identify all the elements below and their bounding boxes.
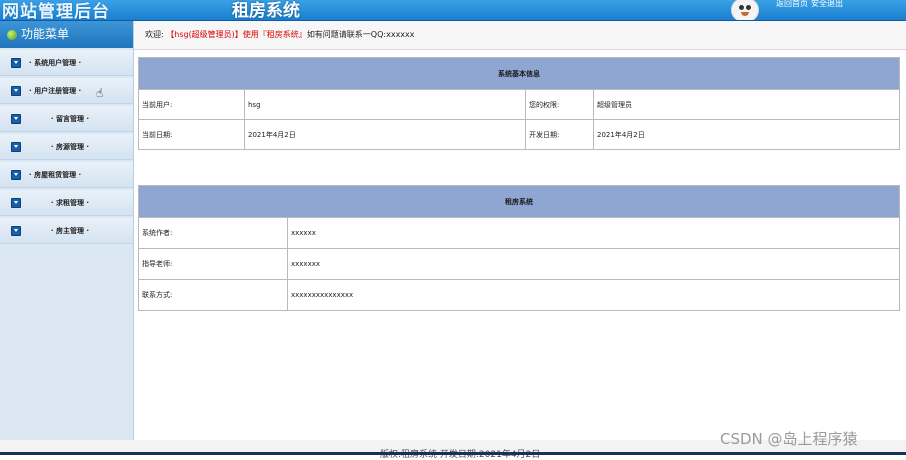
sidebar-item-label: · 房屋租赁管理 · xyxy=(29,170,82,179)
advisor-label: 指导老师: xyxy=(138,248,288,280)
dev-date-value: 2021年4月2日 xyxy=(593,119,900,150)
top-links: 返回首页 安全退出 xyxy=(776,0,846,9)
expand-icon xyxy=(11,197,21,208)
welcome-bar: 欢迎: 【hsg(超级管理员)】使用『租房系统』如有问题请联系一QQ:xxxxx… xyxy=(134,21,906,50)
sidebar-item-label: · 用户注册管理 · xyxy=(29,86,82,95)
logout-link[interactable]: 安全退出 xyxy=(811,0,843,8)
sidebar-item-label: · 房源管理 · xyxy=(50,142,90,151)
expand-icon xyxy=(11,169,21,180)
author-label: 系统作者: xyxy=(138,217,288,249)
top-header: 网站管理后台 租房系统 返回首页 安全退出 xyxy=(0,0,906,21)
current-user-value: hsg xyxy=(244,89,526,120)
author-value: xxxxxx xyxy=(287,217,900,249)
permission-label: 您的权限: xyxy=(525,89,594,120)
expand-icon xyxy=(11,57,21,68)
current-date-label: 当前日期: xyxy=(138,119,245,150)
sidebar: 功能菜单 · 系统用户管理 · · 用户注册管理 · ☝ · 留言管理 · · … xyxy=(0,21,134,455)
system-info-table: 系统基本信息 当前用户: hsg 您的权限: 超级管理员 当前日期: 2021年… xyxy=(138,57,900,150)
menu-ball-icon xyxy=(7,29,17,40)
expand-icon xyxy=(11,141,21,152)
contact-label: 联系方式: xyxy=(138,279,288,311)
system-title: 租房系统 xyxy=(232,1,300,21)
menu-header-label: 功能菜单 xyxy=(21,27,70,41)
welcome-contact: 如有问题请联系一QQ:xxxxxx xyxy=(306,30,415,39)
expand-icon xyxy=(11,113,21,124)
contact-value: xxxxxxxxxxxxxxx xyxy=(287,279,900,311)
current-date-value: 2021年4月2日 xyxy=(244,119,526,150)
sidebar-item-messages[interactable]: · 留言管理 · xyxy=(0,106,133,132)
expand-icon xyxy=(11,85,21,96)
sidebar-item-landlords[interactable]: · 房主管理 · xyxy=(0,218,133,244)
system-info-title: 系统基本信息 xyxy=(138,57,900,90)
watermark: CSDN @岛上程序猿 xyxy=(720,430,858,448)
current-user-label: 当前用户: xyxy=(138,89,245,120)
sidebar-item-label: · 房主管理 · xyxy=(50,226,90,235)
sidebar-item-label: · 留言管理 · xyxy=(50,114,90,123)
main-content: 欢迎: 【hsg(超级管理员)】使用『租房系统』如有问题请联系一QQ:xxxxx… xyxy=(134,21,906,455)
advisor-value: xxxxxxx xyxy=(287,248,900,280)
sidebar-item-leases[interactable]: · 房屋租赁管理 · xyxy=(0,162,133,188)
sidebar-item-rental-requests[interactable]: · 求租管理 · xyxy=(0,190,133,216)
rental-info-table: 租房系统 系统作者: xxxxxx 指导老师: xxxxxxx 联系方式: xx… xyxy=(138,185,900,311)
rental-info-title: 租房系统 xyxy=(138,185,900,218)
avatar-icon xyxy=(731,0,759,20)
hand-cursor-icon: ☝ xyxy=(96,86,104,100)
expand-icon xyxy=(11,225,21,236)
home-link[interactable]: 返回首页 xyxy=(776,0,808,8)
sidebar-item-listings[interactable]: · 房源管理 · xyxy=(0,134,133,160)
permission-value: 超级管理员 xyxy=(593,89,900,120)
welcome-user: 【hsg(超级管理员)】使用『租房系统』 xyxy=(166,30,307,39)
menu-header: 功能菜单 xyxy=(0,21,133,48)
dev-date-label: 开发日期: xyxy=(525,119,594,150)
sidebar-item-label: · 求租管理 · xyxy=(50,198,90,207)
welcome-prefix: 欢迎: xyxy=(145,30,167,39)
site-title: 网站管理后台 xyxy=(2,2,110,21)
sidebar-item-label: · 系统用户管理 · xyxy=(29,58,82,67)
sidebar-item-system-users[interactable]: · 系统用户管理 · xyxy=(0,50,133,76)
sidebar-item-user-registration[interactable]: · 用户注册管理 · ☝ xyxy=(0,78,133,104)
